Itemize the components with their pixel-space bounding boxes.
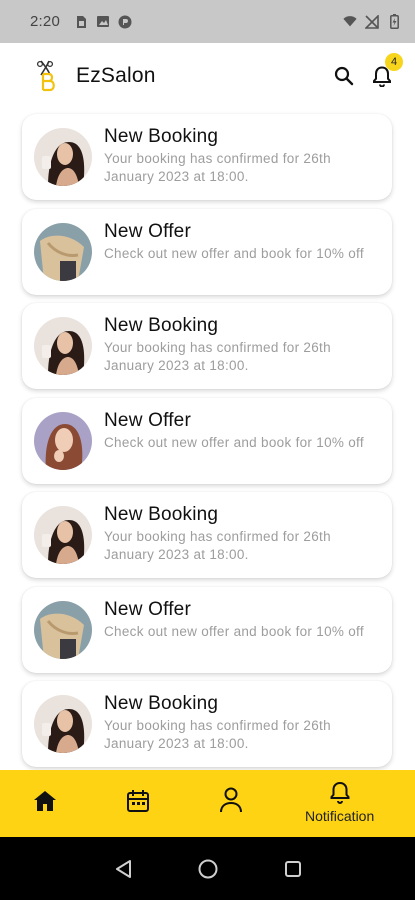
nav-home[interactable] (33, 790, 57, 816)
system-recents-button[interactable] (281, 857, 305, 881)
notification-message: Check out new offer and book for 10% off (104, 246, 364, 261)
calendar-icon (127, 790, 149, 812)
notification-list[interactable]: New Booking Your booking has confirmed f… (0, 109, 415, 770)
notification-card[interactable]: New Offer Check out new offer and book f… (22, 398, 392, 484)
home-circle-icon (198, 859, 218, 879)
search-icon (334, 66, 354, 86)
notification-message: Your booking has confirmed for 26th Janu… (104, 151, 331, 184)
nav-bookings[interactable] (126, 789, 150, 817)
notification-title: New Offer (104, 410, 191, 431)
status-bar: 2:20 (0, 0, 415, 43)
notification-card[interactable]: New Booking Your booking has confirmed f… (22, 681, 392, 767)
system-home-button[interactable] (196, 857, 220, 881)
sim-card-icon (74, 15, 88, 29)
notification-message: Your booking has confirmed for 26th Janu… (104, 340, 331, 373)
image-icon (96, 15, 110, 29)
notification-title: New Booking (104, 126, 219, 147)
battery-icon (387, 14, 401, 29)
notification-card[interactable]: New Booking Your booking has confirmed f… (22, 492, 392, 578)
bell-icon (330, 781, 350, 804)
notification-title: New Booking (104, 693, 219, 714)
app-icon (118, 15, 132, 29)
notification-title: New Offer (104, 221, 191, 242)
notification-card[interactable]: New Booking Your booking has confirmed f… (22, 114, 392, 200)
avatar (34, 412, 92, 470)
avatar (34, 695, 92, 753)
notification-card[interactable]: New Offer Check out new offer and book f… (22, 209, 392, 295)
notification-count-badge: 4 (385, 53, 403, 71)
notification-message: Your booking has confirmed for 26th Janu… (104, 718, 331, 751)
notification-card[interactable]: New Booking Your booking has confirmed f… (22, 303, 392, 389)
home-icon (34, 791, 56, 811)
search-button[interactable] (333, 65, 355, 87)
profile-icon (220, 787, 242, 813)
avatar (34, 223, 92, 281)
avatar (34, 317, 92, 375)
notification-title: New Offer (104, 599, 191, 620)
notification-message: Check out new offer and book for 10% off (104, 624, 364, 639)
notification-message: Check out new offer and book for 10% off (104, 435, 364, 450)
app-title: EzSalon (76, 64, 156, 87)
back-icon (116, 860, 131, 878)
avatar (34, 601, 92, 659)
system-back-button[interactable] (112, 857, 136, 881)
notification-message: Your booking has confirmed for 26th Janu… (104, 529, 331, 562)
notification-title: New Booking (104, 315, 219, 336)
ezsalon-logo-icon (32, 59, 62, 93)
avatar (34, 506, 92, 564)
mobile-data-off-icon (365, 14, 379, 29)
nav-label: Notification (305, 808, 375, 824)
notification-card[interactable]: New Offer Check out new offer and book f… (22, 587, 392, 673)
app-header: EzSalon 4 (0, 43, 415, 109)
status-time: 2:20 (30, 13, 60, 30)
nav-notification[interactable]: Notification (305, 780, 374, 824)
recents-icon (285, 861, 301, 877)
bottom-nav: Notification (0, 770, 415, 837)
nav-profile[interactable] (219, 787, 243, 817)
notification-title: New Booking (104, 504, 219, 525)
notifications-button[interactable]: 4 (371, 53, 403, 87)
avatar (34, 128, 92, 186)
wifi-icon (343, 15, 357, 29)
system-nav-bar (0, 837, 415, 900)
